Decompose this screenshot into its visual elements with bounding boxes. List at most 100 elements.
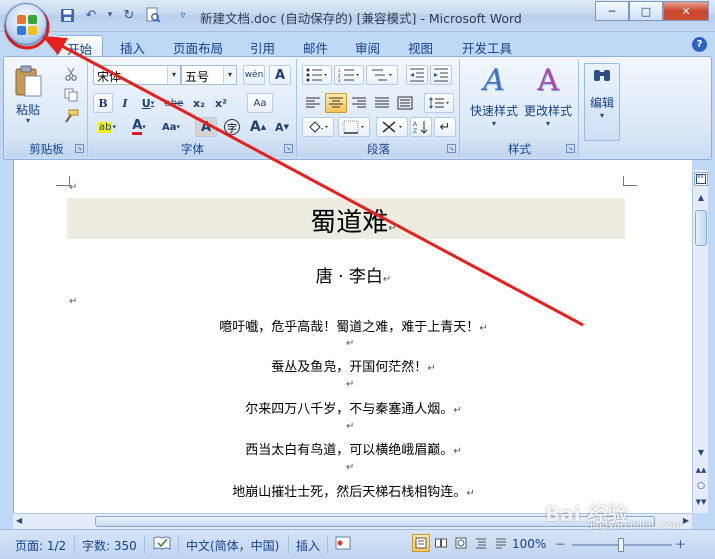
format-painter-button[interactable] [60, 107, 82, 125]
scroll-up-button[interactable]: ▲ [694, 190, 708, 204]
align-left-button[interactable] [302, 93, 324, 113]
redo-button[interactable]: ↻ [120, 6, 138, 24]
chinese-layout-button[interactable] [376, 117, 408, 137]
document-area[interactable]: ↵ 蜀道难↵ 唐 · 李白↵ ↵ 噫吁嚱，危乎高哉！蜀道之难，难于上青天！↵ ↵… [13, 160, 692, 513]
numbering-button[interactable]: 123 [334, 65, 364, 85]
font-color-button[interactable]: A ▾ [125, 117, 153, 137]
line-spacing-button[interactable] [424, 93, 454, 113]
italic-button[interactable]: I [115, 93, 135, 113]
paste-button[interactable] [10, 63, 46, 99]
zoom-level[interactable]: 100% [512, 537, 546, 551]
customize-qat-button[interactable]: ▿ [176, 6, 190, 24]
tab-page-layout[interactable]: 页面布局 [163, 35, 233, 56]
editing-button[interactable]: 编辑 ▾ [584, 63, 620, 141]
previous-page-button[interactable]: ▲▲ [694, 463, 708, 477]
print-layout-view-button[interactable] [412, 534, 430, 552]
poem-line[interactable]: 尔来四万八千岁，不与秦塞通人烟。↵ [14, 398, 692, 417]
close-button[interactable]: ✕ [663, 1, 709, 21]
macro-record-button[interactable] [335, 535, 351, 554]
view-ruler-button[interactable] [694, 172, 708, 186]
full-screen-reading-button[interactable] [432, 534, 450, 552]
tab-view[interactable]: 视图 [398, 35, 443, 56]
document-title[interactable]: 蜀道难↵ [14, 202, 692, 239]
office-button[interactable] [5, 3, 47, 45]
tab-developer[interactable]: 开发工具 [452, 35, 522, 56]
insert-mode-indicator[interactable]: 插入 [296, 537, 320, 554]
zoom-out-button[interactable]: － [555, 536, 566, 552]
vertical-scrollbar[interactable]: ▲ ▼ ▲▲ ○ ▼▼ [692, 170, 708, 513]
binoculars-icon [594, 70, 610, 81]
paragraph-dialog-launcher[interactable]: ↘ [447, 144, 456, 153]
decrease-indent-button[interactable] [406, 65, 428, 85]
font-name-combo[interactable]: 宋体 ▾ [93, 65, 181, 85]
char-border-button[interactable]: A [269, 65, 291, 85]
poem-line[interactable]: 噫吁嚱，危乎高哉！蜀道之难，难于上青天！↵ [14, 316, 692, 335]
distributed-button[interactable] [394, 93, 416, 113]
align-right-button[interactable] [348, 93, 370, 113]
scroll-down-button[interactable]: ▼ [694, 445, 708, 459]
maximize-button[interactable]: □ [629, 1, 663, 21]
help-button[interactable]: ? [692, 37, 707, 52]
increase-indent-button[interactable] [430, 65, 452, 85]
tab-home[interactable]: 开始 [56, 35, 104, 57]
tab-references[interactable]: 引用 [240, 35, 285, 56]
draft-view-button[interactable] [492, 534, 510, 552]
scroll-right-icon[interactable]: ▶ [683, 516, 689, 525]
underline-button[interactable]: U ▾ [137, 93, 159, 113]
poem-line[interactable]: 蚕丛及鱼凫，开国何茫然！↵ [14, 356, 692, 375]
font-size-combo[interactable]: 五号 ▾ [181, 65, 237, 85]
tab-review[interactable]: 审阅 [345, 35, 390, 56]
align-center-button[interactable] [325, 93, 347, 113]
strikethrough-button[interactable]: abe [161, 93, 187, 113]
web-layout-button[interactable] [452, 534, 470, 552]
copy-button[interactable] [60, 86, 82, 104]
paragraph-mark: ↵ [479, 323, 488, 334]
page-count[interactable]: 页面: 1/2 [15, 537, 66, 554]
minimize-button[interactable]: ─ [595, 1, 629, 21]
clipboard-dialog-launcher[interactable]: ↘ [75, 144, 84, 153]
proofing-button[interactable] [153, 535, 171, 554]
highlight-button[interactable]: ab ▾ [93, 117, 121, 137]
undo-dropdown[interactable]: ▾ [106, 6, 114, 24]
chevron-down-icon[interactable]: ▾ [223, 66, 236, 84]
clear-formatting-button[interactable]: Aa [247, 93, 273, 113]
word-count[interactable]: 字数: 350 [82, 537, 137, 554]
change-styles-button[interactable]: A 更改样式 ▾ [523, 63, 573, 141]
styles-dialog-launcher[interactable]: ↘ [566, 144, 575, 153]
show-marks-button[interactable]: ↵ [434, 117, 456, 137]
superscript-button[interactable]: x² [211, 93, 231, 113]
font-dialog-launcher[interactable]: ↘ [284, 144, 293, 153]
zoom-slider-thumb[interactable] [618, 538, 624, 552]
enclose-chars-button[interactable]: 字 [221, 117, 243, 137]
char-shading-button[interactable]: A [195, 117, 217, 137]
quick-styles-button[interactable]: A 快速样式 ▾ [469, 63, 519, 141]
next-page-button[interactable]: ▼▼ [694, 495, 708, 509]
zoom-in-button[interactable]: ＋ [675, 536, 686, 552]
outline-view-button[interactable] [472, 534, 490, 552]
phonetic-guide-button[interactable]: wén [243, 65, 265, 85]
print-preview-button[interactable] [144, 6, 162, 24]
shading-button[interactable] [302, 117, 334, 137]
save-button[interactable] [58, 6, 76, 24]
multilevel-list-button[interactable] [366, 65, 398, 85]
document-author[interactable]: 唐 · 李白↵ [14, 262, 692, 287]
undo-button[interactable]: ↶ [82, 6, 100, 24]
language-indicator[interactable]: 中文(简体，中国) [186, 537, 279, 554]
tab-mailings[interactable]: 邮件 [293, 35, 338, 56]
cut-button[interactable] [60, 65, 82, 83]
grow-font-button[interactable]: A ▲ [247, 117, 269, 137]
browse-object-button[interactable]: ○ [694, 479, 708, 493]
justify-button[interactable] [371, 93, 393, 113]
poem-line[interactable]: 西当太白有鸟道，可以横绝峨眉巅。↵ [14, 439, 692, 458]
tab-insert[interactable]: 插入 [110, 35, 155, 56]
subscript-button[interactable]: x₂ [189, 93, 209, 113]
change-case-button[interactable]: Aa ▾ [157, 117, 185, 137]
borders-button[interactable] [338, 117, 370, 137]
bullets-button[interactable] [302, 65, 332, 85]
bold-button[interactable]: B [93, 93, 113, 113]
sort-button[interactable]: AZ [410, 117, 432, 137]
chevron-down-icon[interactable]: ▾ [167, 66, 180, 84]
vertical-scroll-thumb[interactable] [695, 210, 707, 246]
shrink-font-button[interactable]: A ▼ [271, 117, 293, 137]
scroll-left-icon[interactable]: ◀ [16, 516, 22, 525]
